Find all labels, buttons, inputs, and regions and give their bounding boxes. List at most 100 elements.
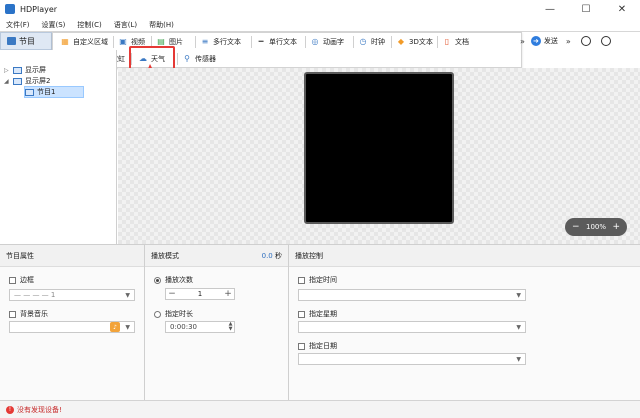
document-icon: ▯	[444, 37, 450, 46]
multi-line-text-button[interactable]: ≡ 多行文本	[197, 34, 244, 50]
minimize-button[interactable]: —	[532, 0, 568, 18]
border-checkbox-row[interactable]: 边框	[9, 275, 34, 285]
play-count-decrement[interactable]: −	[166, 289, 178, 299]
zoom-control: − 100% +	[565, 218, 627, 236]
play-count-radio-row[interactable]: 播放次数	[154, 275, 193, 285]
properties-area: 节目属性 边框 — — — — 1 ▼ 背景音乐 ▼ ♪ 播放模式 0.0 秒	[0, 244, 640, 401]
menu-file[interactable]: 文件(F)	[6, 20, 30, 30]
play-count-label: 播放次数	[165, 276, 193, 284]
toolbar-more-chevron[interactable]: »	[566, 37, 571, 46]
status-text: 没有发现设备!	[17, 405, 62, 414]
specified-week-checkbox-row[interactable]: 指定星期	[298, 309, 337, 319]
music-folder-icon[interactable]: ♪	[110, 322, 120, 332]
chevron-down-icon: ▼	[125, 291, 130, 299]
play-count-stepper[interactable]: − 1 +	[165, 288, 235, 300]
video-icon: ▣	[119, 37, 127, 46]
menu-bar: 文件(F) 设置(S) 控制(C) 语言(L) 帮助(H)	[0, 18, 640, 31]
clock-button[interactable]: ◷ 时钟	[355, 34, 388, 50]
toolbar-divider	[195, 36, 196, 48]
specified-date-label: 指定日期	[309, 342, 337, 350]
sensor-icon: ⚲	[184, 54, 190, 63]
specified-week-checkbox[interactable]	[298, 310, 305, 318]
menu-control[interactable]: 控制(C)	[77, 20, 101, 30]
playback-control-panel: 播放控制 指定时间 ▼ 指定星期 ▼ 指定日期 ▼	[289, 245, 640, 401]
toolbar-divider	[353, 36, 354, 48]
specified-duration-radio-row[interactable]: 指定时长	[154, 309, 193, 319]
status-bar: ! 没有发现设备!	[0, 400, 640, 418]
screen-tree: ▷ 显示屏 ◢ 显示屏2 节目1	[0, 50, 117, 244]
maximize-button[interactable]: ☐	[568, 0, 604, 18]
specified-time-label: 指定时间	[309, 276, 337, 284]
menu-help[interactable]: 帮助(H)	[149, 20, 174, 30]
specified-week-dropdown[interactable]: ▼	[298, 321, 526, 333]
tab-program[interactable]: 节目	[0, 32, 52, 50]
playback-control-header: 播放控制	[289, 245, 640, 267]
document-button[interactable]: ▯ 文档	[439, 34, 472, 50]
single-line-text-button[interactable]: ━ 单行文本	[253, 34, 300, 50]
playback-mode-panel: 播放模式 0.0 秒 播放次数 − 1 + 指定时长 0:00:30 ▲ ▼	[145, 245, 288, 401]
zoom-in-button[interactable]: +	[612, 222, 620, 232]
program-icon	[25, 88, 34, 96]
led-screen-preview[interactable]	[304, 72, 454, 224]
toolbar-right-group: » ➜ 发送 »	[520, 32, 640, 50]
toolbar-divider	[391, 36, 392, 48]
3d-text-icon: ◆	[397, 37, 405, 46]
bgm-checkbox-row[interactable]: 背景音乐	[9, 309, 48, 319]
specified-date-checkbox[interactable]	[298, 342, 305, 350]
specified-duration-radio[interactable]	[154, 310, 161, 318]
send-button[interactable]: ➜ 发送	[525, 36, 558, 46]
duration-time-field[interactable]: 0:00:30 ▲ ▼	[165, 321, 235, 333]
play-count-radio[interactable]	[154, 276, 161, 284]
play-count-increment[interactable]: +	[222, 289, 234, 299]
menu-settings[interactable]: 设置(S)	[42, 20, 66, 30]
clock-icon: ◷	[359, 37, 367, 46]
tree-item-program1[interactable]: 节目1	[24, 86, 84, 98]
playback-mode-header: 播放模式 0.0 秒	[145, 245, 288, 267]
zoom-level: 100%	[585, 223, 606, 231]
program-properties-panel: 节目属性 边框 — — — — 1 ▼ 背景音乐 ▼ ♪	[0, 245, 144, 401]
chevron-down-icon: ▼	[516, 355, 521, 363]
3d-text-button[interactable]: ◆ 3D文本	[393, 34, 436, 50]
window-controls: — ☐ ✕	[532, 0, 640, 18]
border-style-dropdown[interactable]: — — — — 1 ▼	[9, 289, 135, 301]
settings-icon[interactable]	[600, 36, 611, 46]
info-icon[interactable]	[580, 36, 591, 46]
send-icon: ➜	[530, 36, 541, 46]
window-title: HDPlayer	[20, 4, 58, 14]
collapse-toggle-icon[interactable]: ◢	[4, 78, 10, 85]
specified-time-dropdown[interactable]: ▼	[298, 289, 526, 301]
sensor-button[interactable]: ⚲ 传感器	[179, 51, 219, 67]
duration-display: 0.0 秒	[261, 251, 282, 260]
specified-week-label: 指定星期	[309, 310, 337, 318]
toolbar-divider	[177, 53, 178, 65]
custom-area-icon: ▦	[61, 37, 69, 46]
tab-program-label: 节目	[19, 36, 35, 46]
specified-time-checkbox[interactable]	[298, 276, 305, 284]
single-line-text-icon: ━	[258, 37, 264, 46]
chevron-down-icon: ▼	[125, 323, 130, 331]
play-count-value: 1	[197, 290, 203, 298]
close-button[interactable]: ✕	[604, 0, 640, 18]
menu-language[interactable]: 语言(L)	[114, 20, 137, 30]
specified-date-checkbox-row[interactable]: 指定日期	[298, 341, 337, 351]
bgm-checkbox[interactable]	[9, 310, 16, 318]
chevron-down-icon: ▼	[516, 291, 521, 299]
specified-time-checkbox-row[interactable]: 指定时间	[298, 275, 337, 285]
toolbar: ▦ 自定义区域 ▣ 视频 ▤ 图片 ≡ 多行文本 ━ 单行文本 ◎ 动画字 ◷ …	[52, 32, 522, 68]
chevron-down-icon: ▼	[516, 323, 521, 331]
time-spinner-icon[interactable]: ▲ ▼	[227, 322, 234, 332]
zoom-out-button[interactable]: −	[572, 222, 580, 232]
specified-duration-label: 指定时长	[165, 310, 193, 318]
multi-line-text-icon: ≡	[201, 37, 209, 46]
expand-toggle-icon[interactable]: ▷	[4, 67, 10, 74]
animated-text-button[interactable]: ◎ 动画字	[307, 34, 347, 50]
custom-area-button[interactable]: ▦ 自定义区域	[57, 34, 111, 50]
toolbar-divider	[305, 36, 306, 48]
program-icon	[7, 37, 16, 45]
specified-date-dropdown[interactable]: ▼	[298, 353, 526, 365]
toolbar-divider	[113, 36, 114, 48]
border-checkbox[interactable]	[9, 276, 16, 284]
screen-icon	[13, 77, 22, 85]
app-icon	[5, 4, 15, 14]
program-properties-header: 节目属性	[0, 245, 144, 267]
